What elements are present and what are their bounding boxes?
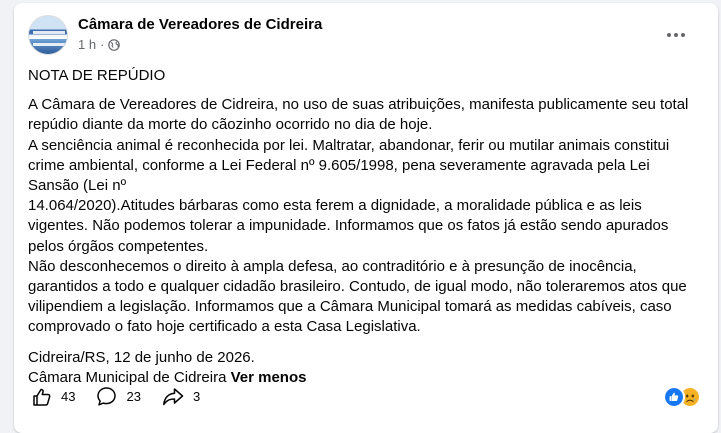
page-name-link[interactable]: Câmara de Vereadores de Cidreira [78, 16, 322, 33]
post-actions: 43 23 3 [32, 386, 221, 407]
see-less-button[interactable]: Ver menos [231, 369, 307, 386]
meta-separator: · [100, 37, 105, 52]
post-signature: Câmara Municipal de Cidreira [28, 368, 227, 386]
like-reaction-icon [663, 386, 685, 408]
post-time[interactable]: 1 h [78, 37, 96, 52]
like-count: 43 [61, 389, 76, 404]
post-header: Câmara de Vereadores de Cidreira 1 h · [28, 15, 688, 59]
like-button[interactable]: 43 [32, 387, 75, 407]
post-body: NOTA DE REPÚDIO A Câmara de Vereadores d… [28, 66, 698, 388]
comment-button[interactable]: 23 [96, 386, 141, 407]
more-horizontal-icon [666, 24, 687, 42]
post-meta: 1 h · [78, 37, 121, 52]
post-paragraph: A Câmara de Vereadores de Cidreira, no u… [28, 96, 689, 336]
post-card: Câmara de Vereadores de Cidreira 1 h · N… [14, 3, 718, 433]
share-arrow-icon [162, 387, 184, 405]
reaction-summary[interactable] [663, 386, 701, 408]
post-date-line: Cidreira/RS, 12 de junho de 2026. [28, 348, 255, 366]
post-title: NOTA DE REPÚDIO [28, 67, 166, 84]
comment-bubble-icon [97, 387, 117, 406]
comment-count: 23 [126, 389, 141, 404]
share-count: 3 [192, 389, 201, 404]
page-avatar[interactable] [28, 15, 68, 55]
share-button[interactable]: 3 [162, 387, 200, 407]
thumbs-up-icon [33, 388, 51, 406]
globe-icon [108, 38, 121, 51]
more-options-button[interactable] [658, 21, 694, 45]
